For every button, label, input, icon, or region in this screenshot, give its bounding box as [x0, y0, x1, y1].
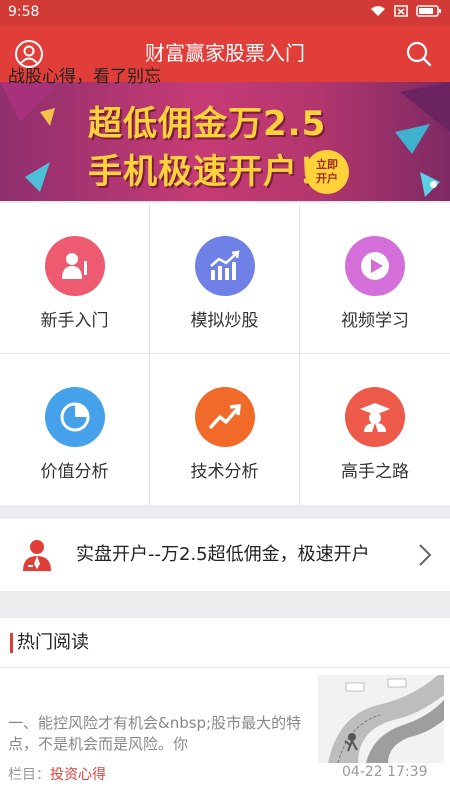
banner-headline: 超低佣金万2.5	[88, 104, 327, 144]
article-thumbnail[interactable]	[318, 675, 444, 763]
chevron-right-icon	[419, 544, 432, 566]
grid-item-expert[interactable]: 高手之路	[300, 354, 450, 505]
status-time: 9:58	[8, 4, 40, 20]
search-icon	[406, 41, 432, 67]
section-header: 热门阅读	[0, 618, 450, 668]
category-value[interactable]: 投资心得	[50, 767, 106, 783]
grid-label: 新手入门	[40, 311, 109, 331]
battery-icon	[416, 5, 441, 17]
open-account-badge[interactable]: 立即 开户	[305, 150, 349, 194]
rising-arrow-icon	[195, 387, 255, 447]
grid-label: 技术分析	[190, 462, 259, 482]
article-summary: 一、能控风险才有机会&nbsp;股市最大的特点，不是机会而是风险。你	[8, 714, 302, 753]
account-open-text: 实盘开户--万2.5超低佣金，极速开户	[76, 544, 370, 565]
agent-icon	[23, 540, 51, 571]
account-open-row[interactable]: 实盘开户--万2.5超低佣金，极速开户	[0, 519, 450, 591]
carousel-indicator[interactable]	[430, 181, 437, 188]
status-bar: 9:58	[0, 0, 450, 25]
no-sim-icon	[394, 5, 408, 17]
grid-label: 高手之路	[341, 462, 409, 482]
grid-item-simulation[interactable]: 模拟炒股	[150, 203, 300, 354]
grid-label: 视频学习	[341, 311, 409, 331]
play-icon	[345, 236, 405, 296]
promo-banner[interactable]: 超低佣金万2.5 手机极速开户！ 立即 开户	[0, 82, 450, 201]
pie-chart-icon	[45, 387, 105, 447]
badge-line2: 开户	[316, 172, 338, 185]
article-category: 栏目：投资心得	[8, 764, 106, 784]
wifi-icon	[371, 6, 385, 16]
grid-item-beginner[interactable]: 新手入门	[0, 203, 150, 354]
grid-item-value[interactable]: 价值分析	[0, 354, 150, 505]
section-title: 热门阅读	[17, 632, 89, 653]
grid-label: 价值分析	[40, 462, 109, 482]
category-label: 栏目：	[8, 767, 50, 783]
banner-subline: 手机极速开户！	[88, 152, 333, 192]
graduate-icon	[345, 387, 405, 447]
section-accent-bar	[10, 633, 13, 653]
status-icons	[370, 5, 442, 17]
search-button[interactable]	[402, 37, 436, 71]
feature-grid: 新手入门 模拟炒股 视频学习 价值分析 技术分析 高手之路	[0, 203, 450, 505]
article-title[interactable]: 战股心得，看了别忘	[8, 62, 161, 87]
badge-line1: 立即	[316, 158, 338, 171]
article-date: 04-22 17:39	[342, 764, 428, 780]
grid-label: 模拟炒股	[190, 311, 259, 331]
grid-item-technical[interactable]: 技术分析	[150, 354, 300, 505]
trend-chart-icon	[195, 236, 255, 296]
beginner-icon	[45, 236, 105, 296]
grid-item-video[interactable]: 视频学习	[300, 203, 450, 354]
